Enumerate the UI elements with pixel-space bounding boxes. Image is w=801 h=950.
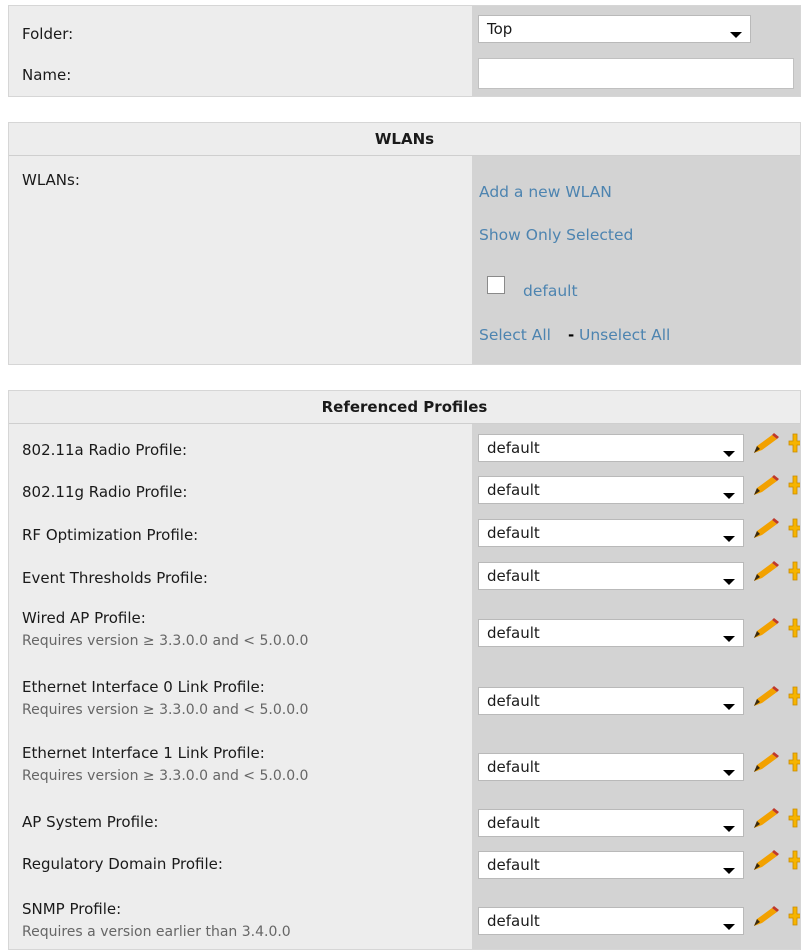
profile-label: AP System Profile: [22, 813, 159, 831]
profile-select[interactable]: default [478, 519, 744, 547]
select-separator: - [568, 326, 575, 344]
plus-icon[interactable] [787, 474, 800, 498]
profile-label: SNMP Profile: [22, 900, 122, 918]
profile-select[interactable]: default [478, 687, 744, 715]
profile-select-value: default [487, 692, 540, 710]
referenced-profiles-section: Referenced Profiles 802.11a Radio Profil… [8, 390, 801, 950]
pencil-icon[interactable] [752, 617, 780, 641]
name-label: Name: [22, 66, 72, 84]
chevron-down-icon [723, 826, 735, 832]
profile-version-note: Requires a version earlier than 3.4.0.0 [22, 924, 291, 940]
pencil-icon[interactable] [752, 905, 780, 929]
profile-label: 802.11a Radio Profile: [22, 441, 188, 459]
profile-label: 802.11g Radio Profile: [22, 483, 188, 501]
chevron-down-icon [723, 451, 735, 457]
chevron-down-icon [723, 636, 735, 642]
wlan-default-label[interactable]: default [523, 281, 578, 301]
chevron-down-icon [723, 704, 735, 710]
folder-label: Folder: [22, 25, 74, 43]
profile-select-value: default [487, 912, 540, 930]
plus-icon[interactable] [787, 560, 800, 584]
referenced-profiles-header: Referenced Profiles [9, 391, 800, 424]
chevron-down-icon [730, 32, 742, 38]
profile-label: Event Thresholds Profile: [22, 569, 208, 587]
plus-icon[interactable] [787, 517, 800, 541]
profile-version-note: Requires version ≥ 3.3.0.0 and < 5.0.0.0 [22, 768, 309, 784]
pencil-icon[interactable] [752, 432, 780, 456]
pencil-icon[interactable] [752, 751, 780, 775]
pencil-icon[interactable] [752, 807, 780, 831]
folder-select[interactable]: Top [478, 15, 751, 43]
profile-select-value: default [487, 814, 540, 832]
plus-icon[interactable] [787, 751, 800, 775]
folder-select-value: Top [487, 20, 513, 38]
profile-select-value: default [487, 856, 540, 874]
chevron-down-icon [723, 579, 735, 585]
profile-select[interactable]: default [478, 476, 744, 504]
profile-label: Ethernet Interface 0 Link Profile: [22, 678, 265, 696]
wlans-label: WLANs: [22, 171, 80, 189]
profile-select[interactable]: default [478, 851, 744, 879]
plus-icon[interactable] [787, 807, 800, 831]
chevron-down-icon [723, 493, 735, 499]
profile-select-value: default [487, 624, 540, 642]
select-all-link[interactable]: Select All [479, 325, 551, 345]
show-only-selected-link[interactable]: Show Only Selected [479, 225, 633, 245]
profile-select[interactable]: default [478, 619, 744, 647]
profile-select[interactable]: default [478, 562, 744, 590]
chevron-down-icon [723, 924, 735, 930]
profile-select-value: default [487, 481, 540, 499]
add-wlan-link[interactable]: Add a new WLAN [479, 182, 612, 202]
pencil-icon[interactable] [752, 560, 780, 584]
name-input[interactable] [478, 58, 794, 89]
plus-icon[interactable] [787, 685, 800, 709]
general-section: Folder: Top Name: [8, 5, 801, 97]
plus-icon[interactable] [787, 849, 800, 873]
wlans-section: WLANs WLANs: Add a new WLAN Show Only Se… [8, 122, 801, 365]
pencil-icon[interactable] [752, 685, 780, 709]
profile-label: Regulatory Domain Profile: [22, 855, 223, 873]
wlans-header: WLANs [9, 123, 800, 156]
profile-version-note: Requires version ≥ 3.3.0.0 and < 5.0.0.0 [22, 702, 309, 718]
profile-label: Ethernet Interface 1 Link Profile: [22, 744, 265, 762]
profile-select-value: default [487, 567, 540, 585]
plus-icon[interactable] [787, 617, 800, 641]
profile-version-note: Requires version ≥ 3.3.0.0 and < 5.0.0.0 [22, 633, 309, 649]
pencil-icon[interactable] [752, 517, 780, 541]
profile-select[interactable]: default [478, 434, 744, 462]
profile-select[interactable]: default [478, 753, 744, 781]
profile-select[interactable]: default [478, 907, 744, 935]
profile-select-value: default [487, 439, 540, 457]
plus-icon[interactable] [787, 432, 800, 456]
plus-icon[interactable] [787, 905, 800, 929]
chevron-down-icon [723, 536, 735, 542]
profile-label: RF Optimization Profile: [22, 526, 199, 544]
chevron-down-icon [723, 770, 735, 776]
profile-select-value: default [487, 758, 540, 776]
unselect-all-link[interactable]: Unselect All [579, 325, 670, 345]
profile-label: Wired AP Profile: [22, 609, 146, 627]
pencil-icon[interactable] [752, 849, 780, 873]
chevron-down-icon [723, 868, 735, 874]
wlan-default-checkbox[interactable] [487, 276, 505, 294]
profile-select-value: default [487, 524, 540, 542]
pencil-icon[interactable] [752, 474, 780, 498]
profile-select[interactable]: default [478, 809, 744, 837]
